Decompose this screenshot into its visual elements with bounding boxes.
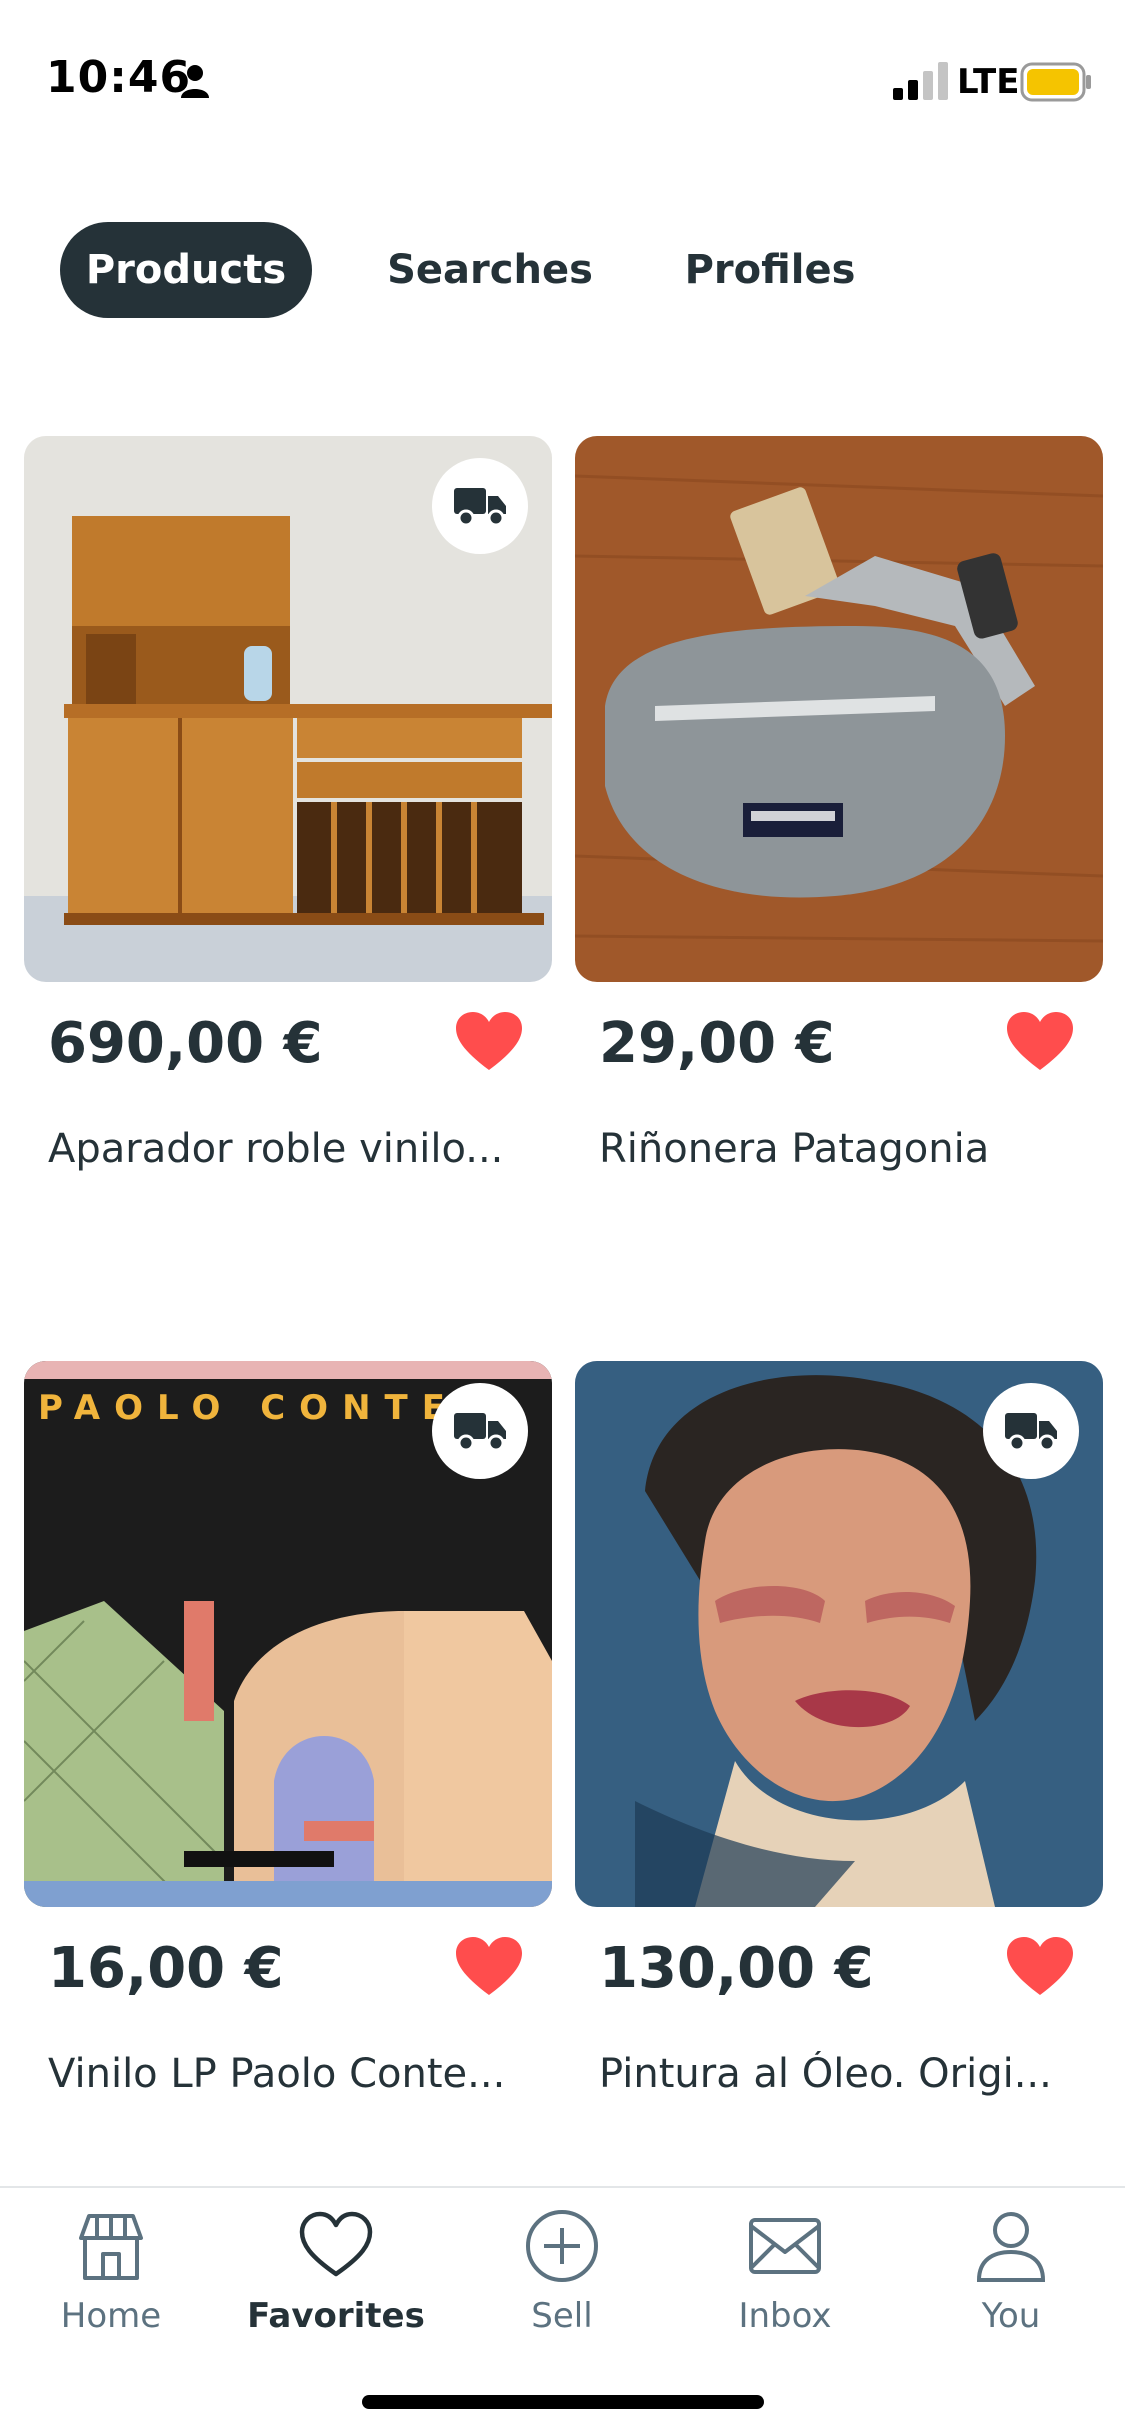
truck-icon	[454, 488, 506, 527]
nav-inbox-label: Inbox	[738, 2296, 832, 2336]
nav-home-label: Home	[60, 2296, 162, 2336]
signal-icon	[893, 62, 948, 100]
nav-you-label: You	[981, 2296, 1041, 2336]
product-image[interactable]	[24, 436, 552, 982]
truck-icon	[1005, 1413, 1057, 1452]
product-price: 130,00 €	[599, 1936, 874, 2001]
user-icon	[976, 2212, 1046, 2282]
heart-icon[interactable]	[1007, 1937, 1073, 1997]
product-title: Aparador roble vinilo...	[48, 1126, 504, 1172]
nav-inbox[interactable]: Inbox	[690, 2208, 880, 2358]
product-price: 29,00 €	[599, 1011, 835, 1076]
truck-icon	[454, 1413, 506, 1452]
envelope-icon	[749, 2218, 821, 2274]
person-icon	[181, 65, 209, 98]
product-price: 690,00 €	[48, 1011, 323, 1076]
nav-you[interactable]: You	[916, 2208, 1106, 2358]
nav-sell-label: Sell	[531, 2296, 593, 2336]
home-indicator	[362, 2395, 764, 2409]
heart-icon[interactable]	[456, 1012, 522, 1072]
heart-icon[interactable]	[456, 1937, 522, 1997]
nav-favorites[interactable]: Favorites	[241, 2208, 431, 2358]
heart-icon	[299, 2211, 373, 2277]
shipping-badge	[432, 1383, 528, 1479]
plus-circle-icon	[526, 2210, 598, 2282]
shipping-badge	[983, 1383, 1079, 1479]
battery-icon	[1020, 62, 1091, 102]
product-image[interactable]	[575, 1361, 1103, 1907]
nav-sell[interactable]: Sell	[467, 2208, 657, 2358]
tab-searches[interactable]: Searches	[360, 222, 620, 318]
nav-favorites-label: Favorites	[247, 2296, 425, 2336]
nav-home[interactable]: Home	[16, 2208, 206, 2358]
favorites-tabs: Products Searches Profiles	[60, 222, 1065, 318]
product-price: 16,00 €	[48, 1936, 284, 2001]
product-image[interactable]	[575, 436, 1103, 982]
product-title: Vinilo LP Paolo Conte...	[48, 2051, 506, 2097]
album-title: PAOLO CONTE	[38, 1388, 459, 1428]
tab-profiles[interactable]: Profiles	[660, 222, 880, 318]
network-label: LTE	[957, 62, 1020, 102]
shipping-badge	[432, 458, 528, 554]
heart-icon[interactable]	[1007, 1012, 1073, 1072]
shop-icon	[79, 2214, 143, 2280]
product-image[interactable]: PAOLO CONTE	[24, 1361, 552, 1907]
status-bar: 10:46 LTE	[0, 0, 1125, 140]
product-title: Pintura al Óleo. Origi...	[599, 2051, 1052, 2097]
status-time: 10:46	[46, 52, 192, 103]
product-title: Riñonera Patagonia	[599, 1126, 990, 1172]
tab-products[interactable]: Products	[60, 222, 312, 318]
